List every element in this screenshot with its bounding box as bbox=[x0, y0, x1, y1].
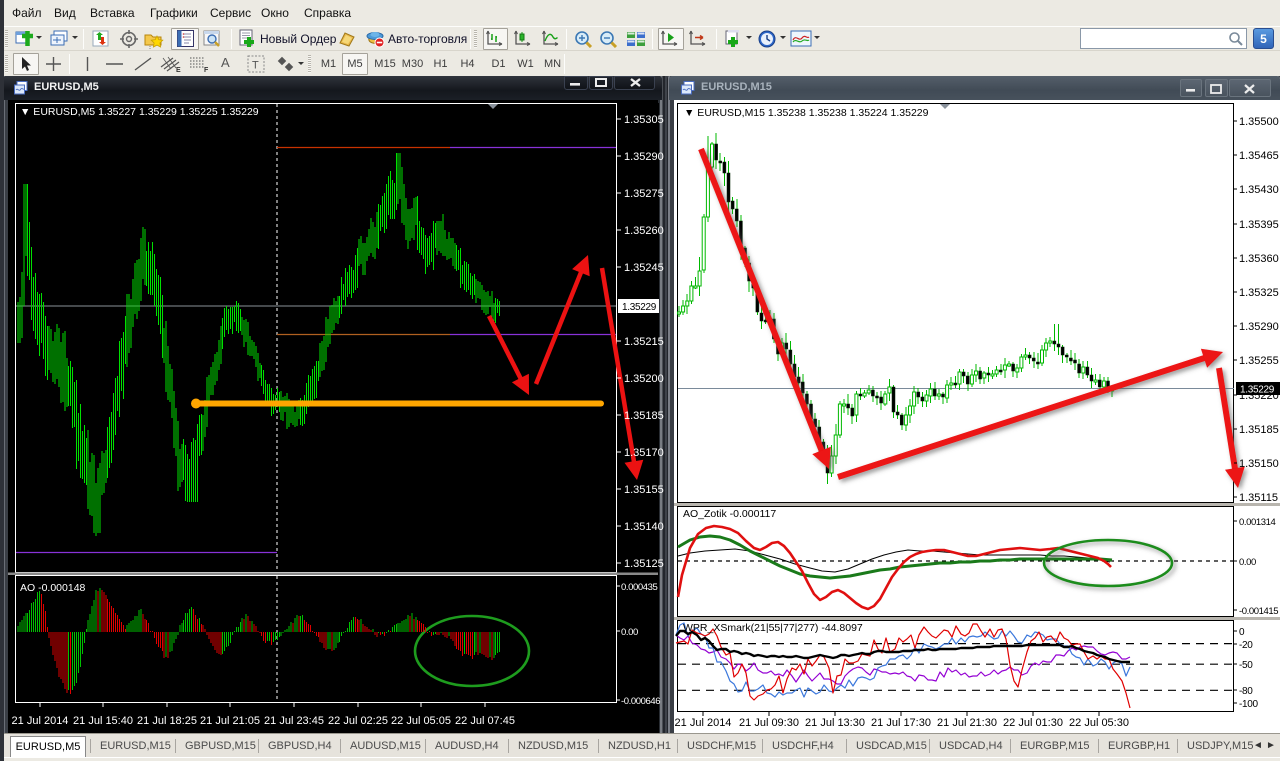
svg-text:21 Jul 18:25: 21 Jul 18:25 bbox=[137, 715, 197, 727]
svg-text:1.35290: 1.35290 bbox=[624, 151, 664, 163]
svg-text:-80: -80 bbox=[1239, 686, 1253, 697]
svg-text:1.35305: 1.35305 bbox=[624, 114, 664, 126]
svg-text:0.00: 0.00 bbox=[621, 627, 638, 638]
svg-text:1.35275: 1.35275 bbox=[624, 188, 664, 200]
svg-text:1.35360: 1.35360 bbox=[1239, 253, 1279, 265]
svg-text:1.35229: 1.35229 bbox=[622, 302, 657, 313]
svg-text:F: F bbox=[204, 67, 209, 73]
svg-text:1.35465: 1.35465 bbox=[1239, 150, 1279, 162]
svg-text:21 Jul 23:45: 21 Jul 23:45 bbox=[264, 715, 324, 727]
svg-text:0: 0 bbox=[1239, 627, 1245, 638]
svg-text:22 Jul 07:45: 22 Jul 07:45 bbox=[455, 715, 515, 727]
svg-text:1.35200: 1.35200 bbox=[624, 373, 664, 385]
svg-text:-20: -20 bbox=[1239, 640, 1253, 651]
svg-text:0.000435: 0.000435 bbox=[621, 582, 658, 593]
svg-text:1.35140: 1.35140 bbox=[624, 521, 664, 533]
svg-text:▼ EURUSD,M15 1.35238 1.35238: ▼ EURUSD,M15 1.35238 1.35238 1.35224 1.3… bbox=[684, 107, 929, 119]
svg-text:▼ EURUSD,M5 1.35227 1.35229 1: ▼ EURUSD,M5 1.35227 1.35229 1.35225 1.35… bbox=[20, 106, 259, 118]
svg-text:1.35150: 1.35150 bbox=[1239, 458, 1279, 470]
svg-text:1.35500: 1.35500 bbox=[1239, 116, 1279, 128]
svg-text:WPR_XSmark(21|55|77|277) -44.8: WPR_XSmark(21|55|77|277) -44.8097 bbox=[683, 622, 863, 634]
svg-text:1.35229: 1.35229 bbox=[1240, 385, 1275, 396]
svg-text:-0.000646: -0.000646 bbox=[621, 696, 660, 707]
svg-text:21 Jul 09:30: 21 Jul 09:30 bbox=[739, 717, 799, 729]
svg-text:-0.001415: -0.001415 bbox=[1239, 606, 1278, 617]
svg-text:AO_Zotik -0.000117: AO_Zotik -0.000117 bbox=[683, 508, 776, 520]
svg-text:0.001314: 0.001314 bbox=[1239, 517, 1276, 528]
svg-text:1.35255: 1.35255 bbox=[1239, 355, 1279, 367]
svg-text:-100: -100 bbox=[1239, 699, 1259, 710]
svg-text:1.35395: 1.35395 bbox=[1239, 219, 1279, 231]
svg-text:1.35215: 1.35215 bbox=[624, 336, 664, 348]
svg-text:22 Jul 05:30: 22 Jul 05:30 bbox=[1069, 717, 1129, 729]
svg-text:AO -0.000148: AO -0.000148 bbox=[20, 582, 86, 594]
svg-text:21 Jul 2014: 21 Jul 2014 bbox=[12, 715, 69, 727]
svg-text:1.35290: 1.35290 bbox=[1239, 321, 1279, 333]
svg-text:1.35115: 1.35115 bbox=[1239, 492, 1278, 504]
svg-text:1.35325: 1.35325 bbox=[1239, 287, 1279, 299]
svg-text:1.35430: 1.35430 bbox=[1239, 184, 1279, 196]
svg-text:22 Jul 01:30: 22 Jul 01:30 bbox=[1003, 717, 1063, 729]
svg-text:-50: -50 bbox=[1239, 660, 1253, 671]
svg-text:1.35125: 1.35125 bbox=[624, 558, 664, 570]
svg-text:21 Jul 13:30: 21 Jul 13:30 bbox=[805, 717, 865, 729]
svg-text:21 Jul 21:30: 21 Jul 21:30 bbox=[937, 717, 997, 729]
svg-text:22 Jul 05:05: 22 Jul 05:05 bbox=[391, 715, 451, 727]
svg-text:1.35155: 1.35155 bbox=[624, 484, 664, 496]
svg-text:22 Jul 02:25: 22 Jul 02:25 bbox=[328, 715, 388, 727]
svg-text:T: T bbox=[252, 60, 259, 72]
svg-text:21 Jul 21:05: 21 Jul 21:05 bbox=[200, 715, 260, 727]
svg-text:E: E bbox=[176, 67, 181, 73]
svg-text:0.00: 0.00 bbox=[1239, 557, 1256, 568]
svg-text:1.35185: 1.35185 bbox=[624, 410, 664, 422]
svg-text:21 Jul 17:30: 21 Jul 17:30 bbox=[871, 717, 931, 729]
svg-text:21 Jul 15:40: 21 Jul 15:40 bbox=[73, 715, 133, 727]
svg-text:21 Jul 2014: 21 Jul 2014 bbox=[675, 717, 732, 729]
svg-text:1.35170: 1.35170 bbox=[624, 447, 664, 459]
svg-text:1.35245: 1.35245 bbox=[624, 262, 664, 274]
svg-text:1.35185: 1.35185 bbox=[1239, 424, 1279, 436]
svg-text:1.35260: 1.35260 bbox=[624, 225, 664, 237]
